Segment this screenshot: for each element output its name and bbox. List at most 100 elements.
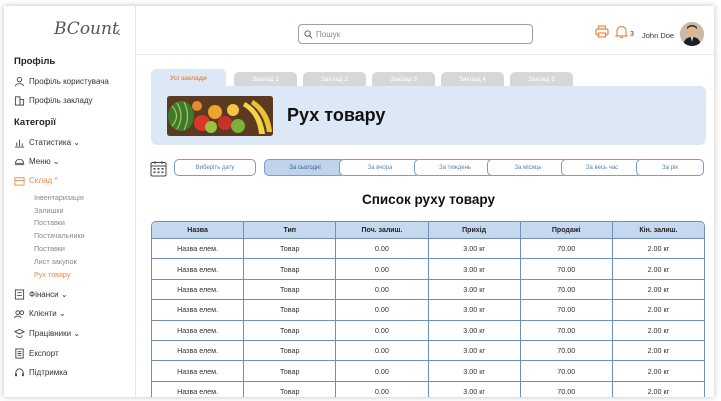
categories-section-title: Категорії [14,117,56,128]
table-cell: 2.00 кг [647,264,670,274]
table-cell: 3.00 кг [429,259,521,279]
sidebar-item-finance[interactable]: Фінанси ⌄ [14,289,68,300]
table-cell: Назва елем. [152,300,245,320]
list-title: Список руху товару [361,192,496,207]
submenu-deliveries-2[interactable]: Поставки [34,244,65,253]
page-title: Рух товару [287,105,386,125]
table-cell: 70.00 [521,279,613,300]
sidebar-item-venue-profile[interactable]: Профіль закладу [14,95,93,106]
warehouse-icon [14,177,25,186]
filter-yesterday[interactable]: За вчора [339,159,421,176]
user-name[interactable]: John Doe [642,31,674,40]
stock-movement-table: Назва Тип Поч. залиш. Прихід Продажі Кін… [151,221,705,397]
table-cell: 0.00 [336,300,429,320]
header-divider [136,54,714,55]
search-input[interactable]: Пошук [298,24,533,44]
table-cell: 70.00 [521,320,613,340]
sidebar-item-user-profile[interactable]: Профіль користувача [14,76,109,87]
sidebar-item-menu[interactable]: Меню ⌄ [14,156,60,167]
table-cell: 0.00 [336,340,429,361]
table-cell: 3.00 кг [429,239,521,259]
filter-month[interactable]: За місяць [487,159,569,176]
table-cell: Назва елем. [152,279,245,300]
filter-year[interactable]: За рік [636,159,704,176]
tab-venue-3[interactable]: Заклад 3 [372,72,435,87]
table-cell: 2.00 кг [647,346,670,356]
table-cell: 70.00 [521,361,613,381]
sidebar-item-export[interactable]: Експорт [14,348,59,359]
table-cell: 0.00 [336,259,429,279]
collapse-sidebar-icon[interactable]: ‹ [116,23,121,39]
table-row[interactable]: Назва елем. Товар 0.00 3.00 кг 70.00 2.00 кг [152,300,704,321]
export-icon [15,348,24,359]
table-header: Назва Тип Поч. залиш. Прихід Продажі Кін… [152,222,704,239]
column-header[interactable]: Кін. залиш. [613,222,704,238]
submenu-inventory[interactable]: Інвентаризація [34,193,84,202]
tab-venue-5[interactable]: Заклад 5 [510,72,573,87]
user-icon [14,77,25,87]
tab-all-venues[interactable]: Усі заклади [151,69,226,87]
sidebar-item-label: Профіль користувача [29,77,109,86]
table-cell: 2.00 кг [647,366,670,376]
table-cell: Назва елем. [152,381,245,397]
finance-icon [14,289,25,300]
table-cell: 70.00 [521,239,613,259]
table-cell: 70.00 [521,381,613,397]
bell-icon[interactable] [614,25,629,44]
page-banner: Рух товару [151,86,706,145]
table-cell: 3.00 кг [429,340,521,361]
sidebar-item-label: Статистика ⌄ [29,138,80,147]
column-header[interactable]: Продажі [521,222,613,238]
table-row[interactable]: Назва елем. Товар 0.00 3.00 кг 70.00 2.00 кг [152,259,704,280]
table-cell: Товар [244,361,337,381]
column-header[interactable]: Тип [244,222,337,238]
table-cell: 0.00 [336,239,429,259]
table-cell: 3.00 кг [429,300,521,320]
column-header[interactable]: Поч. залиш. [336,222,429,238]
column-header[interactable]: Назва [152,222,245,238]
search-icon [304,29,313,38]
profile-section-title: Профіль [14,56,56,67]
filter-today[interactable]: За сьогодні [264,159,346,176]
sidebar-item-support[interactable]: Підтримка [14,367,67,378]
submenu-stock[interactable]: Залишки [34,206,63,215]
clients-icon [14,310,25,319]
table-row[interactable]: Назва елем. Товар 0.00 3.00 кг 70.00 2.00 кг [152,340,704,362]
table-cell: 3.00 кг [429,279,521,300]
table-row[interactable]: Назва елем. Товар 0.00 3.00 кг 70.00 2.00 кг [152,239,704,260]
printer-icon[interactable] [595,25,609,43]
table-row[interactable]: Назва елем. Товар 0.00 3.00 кг 70.00 2.00 кг [152,381,704,397]
submenu-suppliers[interactable]: Постачальники [34,231,85,240]
sidebar-item-warehouse[interactable]: Склад ^ [14,175,58,186]
tab-venue-4[interactable]: Заклад 4 [441,72,504,87]
notification-count: 3 [630,31,634,38]
sidebar-item-label: Підтримка [29,368,68,377]
sidebar-item-employees[interactable]: Працівники ⌄ [14,328,80,339]
submenu-stock-movement[interactable]: Рух товару [34,270,70,279]
brand-logo[interactable]: BCount [54,19,119,39]
sidebar-item-label: Фінанси ⌄ [29,290,68,299]
building-icon [14,96,25,106]
table-cell: Назва елем. [152,320,245,340]
table-row[interactable]: Назва елем. Товар 0.00 3.00 кг 70.00 2.00 кг [152,279,704,301]
tab-venue-2[interactable]: Заклад 2 [303,72,366,87]
filter-week[interactable]: За тиждень [414,159,496,176]
table-cell: 0.00 [336,320,429,340]
filter-all-time[interactable]: За весь час [561,159,643,176]
tab-venue-1[interactable]: Заклад 1 [234,72,297,87]
table-row[interactable]: Назва елем. Товар 0.00 3.00 кг 70.00 2.00 кг [152,320,704,341]
table-row[interactable]: Назва елем. Товар 0.00 3.00 кг 70.00 2.00 кг [152,361,704,382]
submenu-purchase-list[interactable]: Лист закупок [34,257,77,266]
avatar[interactable] [680,22,704,46]
search-placeholder: Пошук [316,29,341,39]
calendar-icon[interactable] [150,160,167,182]
table-cell: Товар [244,259,337,279]
table-cell: 3.00 кг [429,320,521,340]
sidebar-item-statistics[interactable]: Статистика ⌄ [14,137,80,148]
table-cell: 3.00 кг [429,381,521,397]
table-cell: Товар [244,320,337,340]
filter-pick-date[interactable]: Виберіть дату [174,159,256,176]
submenu-deliveries[interactable]: Поставки [34,218,65,227]
column-header[interactable]: Прихід [429,222,521,238]
sidebar-item-clients[interactable]: Клієнти ⌄ [14,308,66,319]
